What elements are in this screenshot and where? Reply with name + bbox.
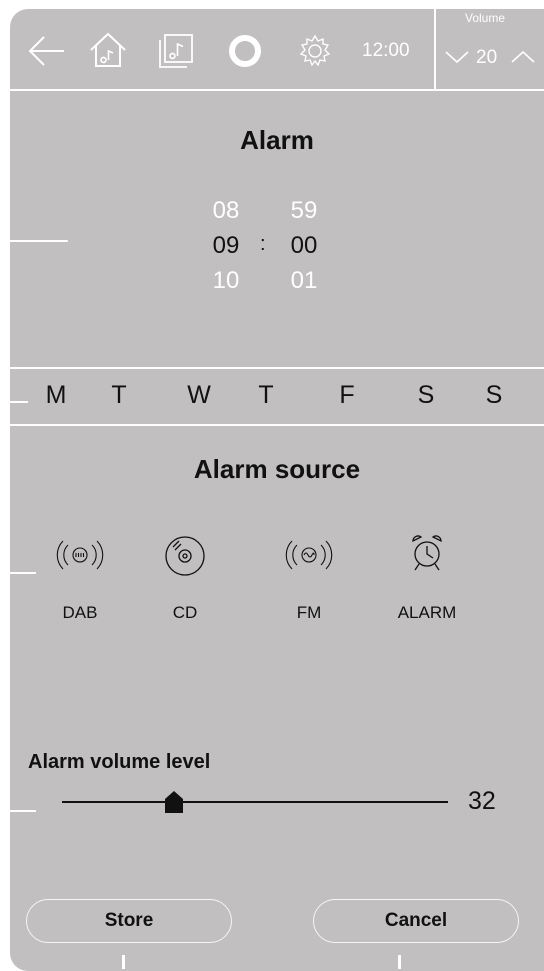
alarm-title: Alarm <box>240 125 314 155</box>
time-separator: : <box>260 233 266 255</box>
settings-gear-icon[interactable] <box>297 33 333 69</box>
hour-next[interactable]: 10 <box>196 267 256 295</box>
volume-level-value: 32 <box>468 787 496 815</box>
top-bar: 12:00 Volume 20 <box>10 9 544 89</box>
hour-prev[interactable]: 08 <box>196 197 256 225</box>
fm-radio-icon <box>285 540 333 570</box>
store-button[interactable]: Store <box>26 899 232 943</box>
leader-line-source <box>0 572 36 574</box>
volume-slider-track <box>62 801 448 803</box>
volume-slider-thumb[interactable] <box>164 790 184 814</box>
back-arrow-icon[interactable] <box>26 35 66 67</box>
minute-current[interactable]: 00 <box>274 232 334 260</box>
source-alarm-label: ALARM <box>397 603 457 622</box>
volume-value: 20 <box>476 47 498 68</box>
topbar-separator <box>10 89 544 91</box>
leader-line-store <box>122 955 125 969</box>
minute-next[interactable]: 01 <box>274 267 334 295</box>
hour-current[interactable]: 09 <box>196 232 256 260</box>
leader-line-volume <box>0 810 36 812</box>
leader-line-cancel <box>398 955 401 969</box>
alexa-ring-icon[interactable] <box>227 33 263 69</box>
days-bottom-separator <box>10 424 544 426</box>
day-friday[interactable]: F <box>327 381 367 410</box>
day-tuesday[interactable]: T <box>99 381 139 410</box>
alarm-volume-title: Alarm volume level <box>28 751 211 773</box>
day-monday[interactable]: M <box>36 381 76 410</box>
day-sunday[interactable]: S <box>474 381 514 410</box>
day-wednesday[interactable]: W <box>179 381 219 410</box>
volume-slider[interactable] <box>62 787 448 817</box>
alarm-clock-icon <box>412 535 442 571</box>
volume-divider <box>434 9 436 89</box>
source-fm-label: FM <box>296 603 322 622</box>
day-saturday[interactable]: S <box>406 381 446 410</box>
alarm-source-title: Alarm source <box>193 454 361 484</box>
dab-radio-icon <box>56 540 104 570</box>
volume-up-icon[interactable] <box>510 49 536 65</box>
home-icon[interactable] <box>88 31 128 69</box>
leader-line-days <box>0 401 28 403</box>
source-cd-label: CD <box>172 603 198 622</box>
cd-disc-icon <box>165 536 205 576</box>
minute-prev[interactable]: 59 <box>274 197 334 225</box>
day-thursday[interactable]: T <box>246 381 286 410</box>
source-dab-label: DAB <box>62 603 98 622</box>
alarm-screen: 12:00 Volume 20 Alarm 08 09 10 : 59 00 0… <box>10 9 544 971</box>
music-note-icon[interactable] <box>158 33 194 69</box>
volume-label: Volume <box>464 11 506 25</box>
volume-down-icon[interactable] <box>444 49 470 65</box>
cancel-button[interactable]: Cancel <box>313 899 519 943</box>
days-top-separator <box>10 367 544 369</box>
leader-line-time <box>0 240 68 242</box>
clock-time: 12:00 <box>362 40 410 61</box>
